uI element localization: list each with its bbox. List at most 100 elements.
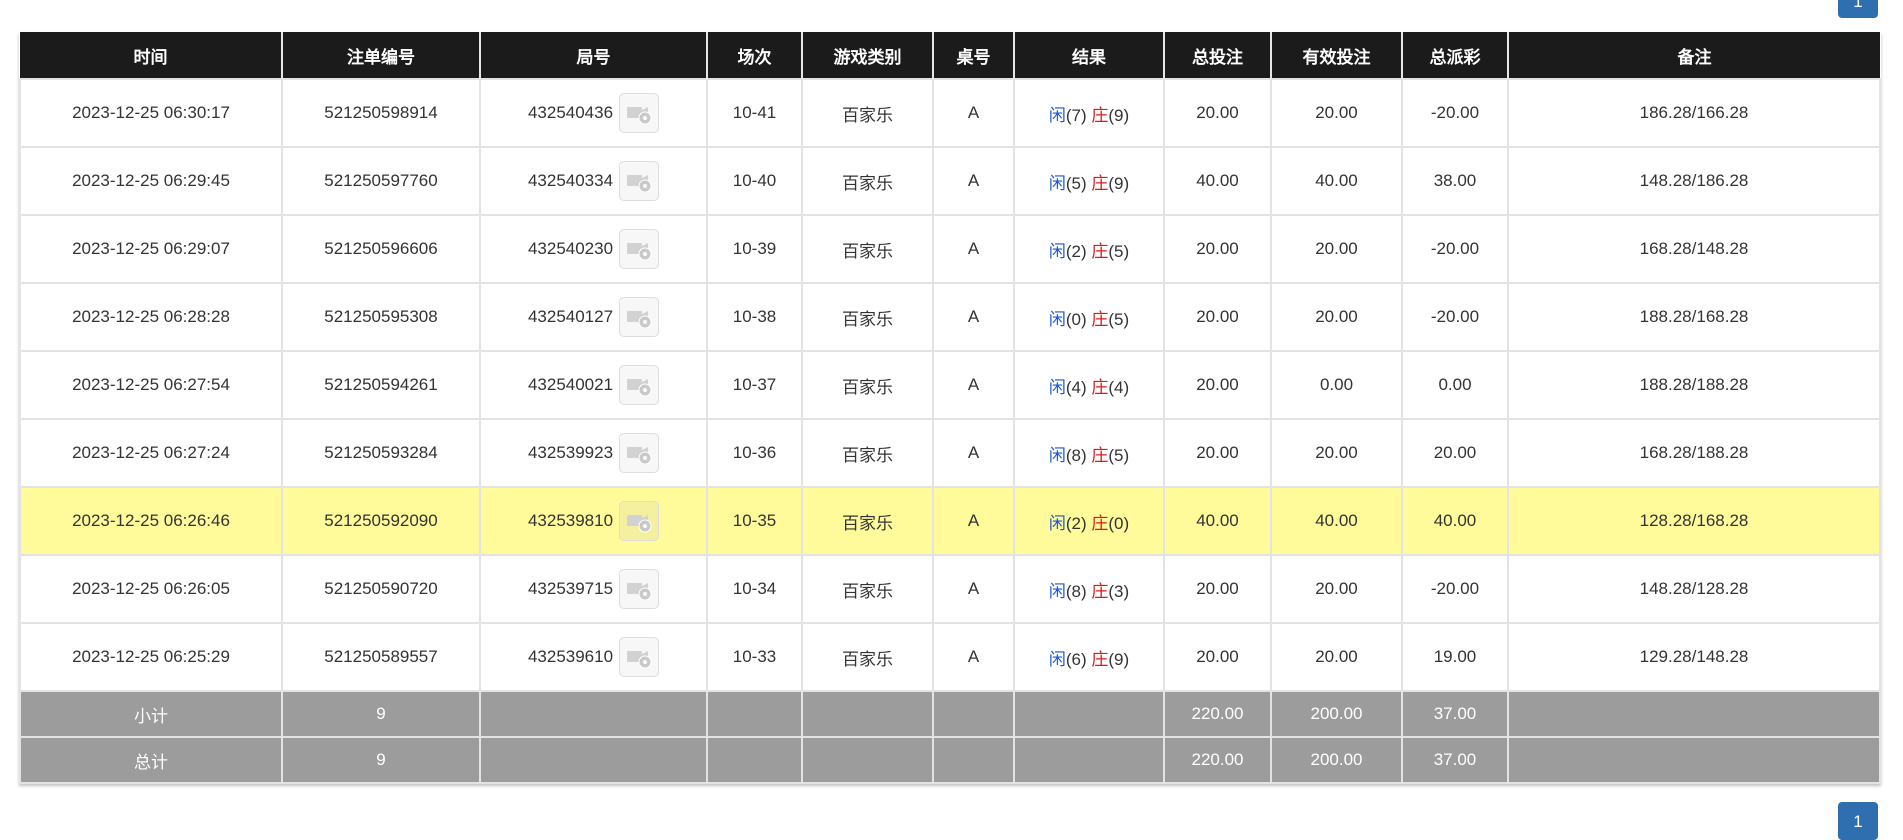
video-replay-icon[interactable]: [619, 637, 660, 677]
cell-round: 432539810: [479, 486, 708, 556]
cell-payout: -20.00: [1401, 214, 1509, 284]
cell-total-bet: 20.00: [1163, 554, 1272, 624]
banker-label: 庄: [1091, 173, 1109, 193]
cell-total-bet: 20.00: [1163, 78, 1272, 148]
summary-empty-cell: [1013, 690, 1165, 738]
cell-payout: 40.00: [1401, 486, 1509, 556]
video-replay-icon[interactable]: [619, 569, 660, 609]
round-wrapper: 432539923: [481, 433, 706, 473]
cell-bet-number: 521250595308: [281, 282, 481, 352]
video-replay-icon[interactable]: [619, 501, 660, 541]
cell-total-bet: 20.00: [1163, 622, 1272, 692]
cell-game-type: 百家乐: [801, 78, 934, 148]
cell-note: 188.28/168.28: [1507, 282, 1881, 352]
cell-round: 432540230: [479, 214, 708, 284]
cell-table-id: A: [932, 146, 1015, 216]
summary-empty-cell: [1013, 736, 1165, 784]
cell-time: 2023-12-25 06:25:29: [19, 622, 283, 692]
video-replay-icon[interactable]: [619, 93, 660, 133]
column-header: 总投注: [1164, 32, 1272, 79]
cell-time: 2023-12-25 06:29:45: [19, 146, 283, 216]
cell-note: 168.28/188.28: [1507, 418, 1881, 488]
player-label: 闲: [1048, 513, 1066, 533]
round-wrapper: 432540230: [481, 229, 706, 269]
player-label: 闲: [1048, 309, 1066, 329]
banker-score: (0): [1108, 513, 1130, 533]
cell-payout: -20.00: [1401, 554, 1509, 624]
column-header: 结果: [1014, 32, 1165, 79]
player-label: 闲: [1048, 105, 1066, 125]
summary-empty-cell: [479, 736, 708, 784]
cell-result: 闲(8) 庄(3): [1013, 554, 1165, 624]
cell-note: 148.28/186.28: [1507, 146, 1881, 216]
column-header: 场次: [707, 32, 803, 79]
player-score: (6): [1065, 649, 1087, 669]
banker-score: (9): [1108, 173, 1130, 193]
column-header: 局号: [480, 32, 708, 79]
round-number: 432540021: [527, 375, 614, 394]
cell-valid-bet: 20.00: [1270, 78, 1403, 148]
cell-total-bet: 20.00: [1163, 418, 1272, 488]
cell-result: 闲(7) 庄(9): [1013, 78, 1165, 148]
cell-note: 186.28/166.28: [1507, 78, 1881, 148]
cell-session: 10-40: [706, 146, 803, 216]
cell-round: 432540127: [479, 282, 708, 352]
player-score: (2): [1065, 513, 1087, 533]
cell-game-type: 百家乐: [801, 418, 934, 488]
cell-payout: 38.00: [1401, 146, 1509, 216]
banker-label: 庄: [1091, 649, 1109, 669]
cell-time: 2023-12-25 06:30:17: [19, 78, 283, 148]
cell-session: 10-41: [706, 78, 803, 148]
summary-total-bet: 220.00: [1163, 736, 1272, 784]
banker-label: 庄: [1091, 241, 1109, 261]
video-replay-icon[interactable]: [619, 161, 660, 201]
video-replay-icon[interactable]: [619, 365, 660, 405]
video-replay-icon[interactable]: [619, 229, 660, 269]
cell-game-type: 百家乐: [801, 622, 934, 692]
player-score: (5): [1065, 173, 1087, 193]
cell-valid-bet: 20.00: [1270, 554, 1403, 624]
cell-payout: 19.00: [1401, 622, 1509, 692]
banker-score: (5): [1108, 241, 1130, 261]
pagination-page-1-top[interactable]: 1: [1838, 0, 1878, 18]
video-replay-icon[interactable]: [619, 433, 660, 473]
cell-valid-bet: 20.00: [1270, 282, 1403, 352]
summary-total-bet: 220.00: [1163, 690, 1272, 738]
player-score: (2): [1065, 241, 1087, 261]
summary-payout: 37.00: [1401, 690, 1509, 738]
cell-note: 168.28/148.28: [1507, 214, 1881, 284]
cell-total-bet: 20.00: [1163, 214, 1272, 284]
cell-game-type: 百家乐: [801, 350, 934, 420]
cell-round: 432539610: [479, 622, 708, 692]
video-replay-icon[interactable]: [619, 297, 660, 337]
banker-label: 庄: [1091, 309, 1109, 329]
banker-score: (4): [1108, 377, 1130, 397]
cell-total-bet: 20.00: [1163, 282, 1272, 352]
cell-bet-number: 521250593284: [281, 418, 481, 488]
table-row: 2023-12-25 06:28:28 521250595308 432540127…: [19, 282, 1881, 352]
cell-bet-number: 521250596606: [281, 214, 481, 284]
cell-time: 2023-12-25 06:26:05: [19, 554, 283, 624]
cell-payout: -20.00: [1401, 78, 1509, 148]
round-wrapper: 432540127: [481, 297, 706, 337]
cell-round: 432539715: [479, 554, 708, 624]
cell-bet-number: 521250598914: [281, 78, 481, 148]
cell-valid-bet: 40.00: [1270, 486, 1403, 556]
cell-game-type: 百家乐: [801, 486, 934, 556]
player-label: 闲: [1048, 241, 1066, 261]
round-wrapper: 432540436: [481, 93, 706, 133]
banker-label: 庄: [1091, 581, 1109, 601]
round-wrapper: 432539810: [481, 501, 706, 541]
player-label: 闲: [1048, 173, 1066, 193]
cell-session: 10-38: [706, 282, 803, 352]
cell-round: 432540436: [479, 78, 708, 148]
cell-payout: 20.00: [1401, 418, 1509, 488]
cell-payout: 0.00: [1401, 350, 1509, 420]
round-number: 432539810: [527, 511, 614, 530]
cell-session: 10-33: [706, 622, 803, 692]
cell-payout: -20.00: [1401, 282, 1509, 352]
cell-game-type: 百家乐: [801, 554, 934, 624]
cell-table-id: A: [932, 418, 1015, 488]
pagination-page-1-bottom[interactable]: 1: [1838, 802, 1878, 840]
cell-valid-bet: 20.00: [1270, 418, 1403, 488]
